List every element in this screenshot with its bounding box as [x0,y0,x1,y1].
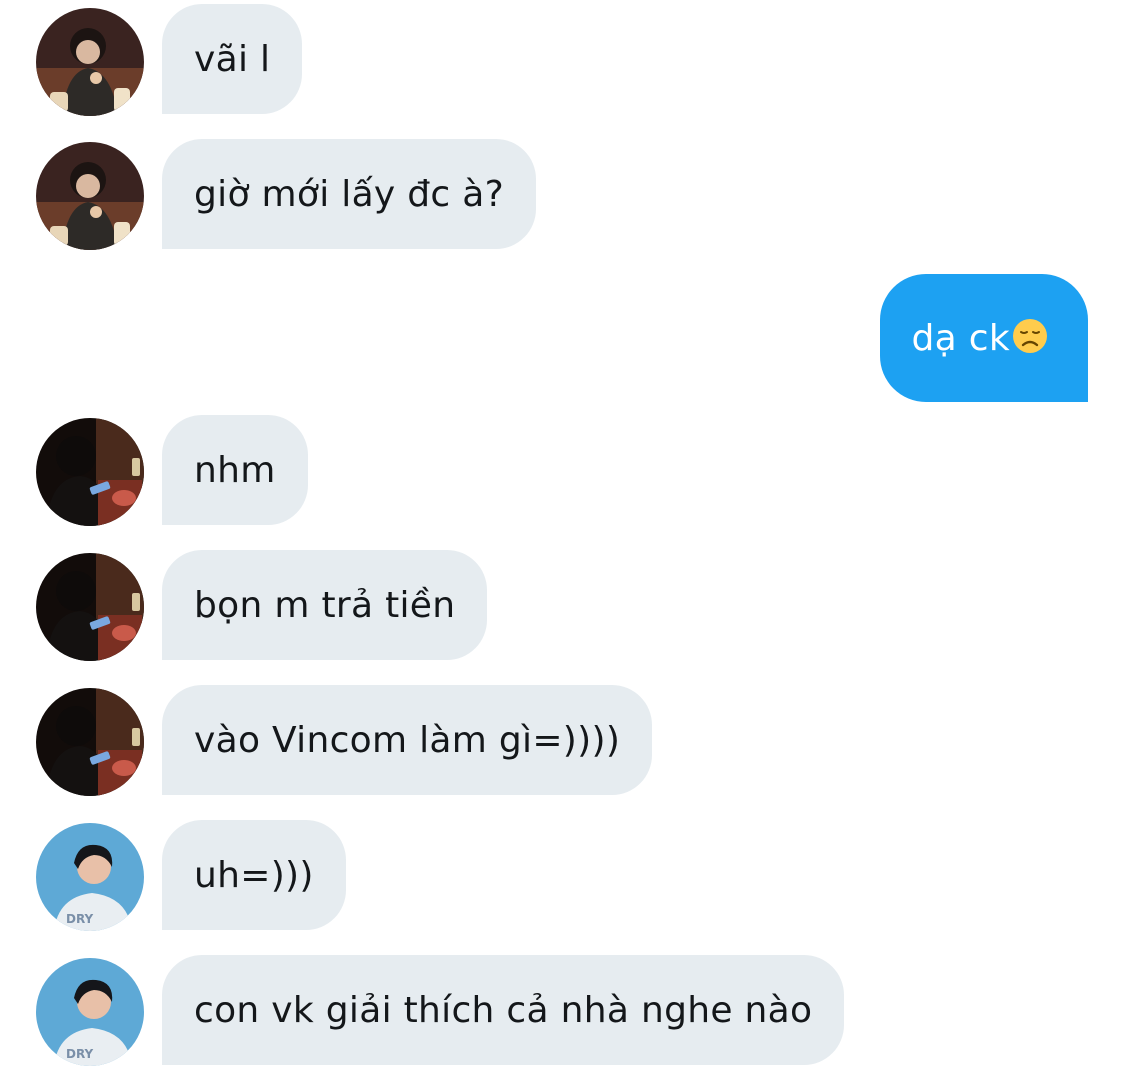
message-bubble-incoming[interactable]: uh=))) [162,820,346,930]
avatar-photo-a [36,8,144,116]
message-bubble-incoming[interactable]: vào Vincom làm gì=)))) [162,685,653,795]
avatar-photo-b [36,688,144,796]
message-text: bọn m trả tiền [194,584,456,626]
message-bubble-incoming[interactable]: bọn m trả tiền [162,550,488,660]
message-text: giờ mới lấy đc à? [194,173,505,215]
avatar-friend-b[interactable] [36,553,144,661]
avatar-friend-a[interactable] [36,142,144,250]
avatar-friend-c[interactable]: DRY [36,823,144,931]
message-bubble-incoming[interactable]: giờ mới lấy đc à? [162,139,537,249]
avatar-friend-b[interactable] [36,688,144,796]
avatar-photo-b [36,553,144,661]
message-text: dạ ck [911,317,1010,359]
avatar-friend-c[interactable]: DRY [36,958,144,1066]
message-text: uh=))) [194,854,314,896]
message-bubble-incoming[interactable]: con vk giải thích cả nhà nghe nào [162,955,845,1065]
avatar-photo-a [36,142,144,250]
avatar-friend-b[interactable] [36,418,144,526]
avatar-photo-c: DRY [36,823,144,931]
message-text: vãi l [194,38,271,80]
disappointed-face-icon [1012,318,1048,354]
message-text: con vk giải thích cả nhà nghe nào [194,989,813,1031]
message-bubble-outgoing[interactable]: dạ ck [879,274,1088,402]
message-bubble-incoming[interactable]: nhm [162,415,308,525]
avatar-photo-b [36,418,144,526]
avatar-photo-c: DRY [36,958,144,1066]
message-text: vào Vincom làm gì=)))) [194,719,621,761]
svg-text:DRY: DRY [66,912,94,926]
message-bubble-incoming[interactable]: vãi l [162,4,303,114]
avatar-friend-a[interactable] [36,8,144,116]
message-text: nhm [194,449,276,491]
svg-text:DRY: DRY [66,1047,94,1061]
message-thread: vãi l giờ mới lấy đc à? dạ ck nhm bọn m … [0,0,1125,1077]
